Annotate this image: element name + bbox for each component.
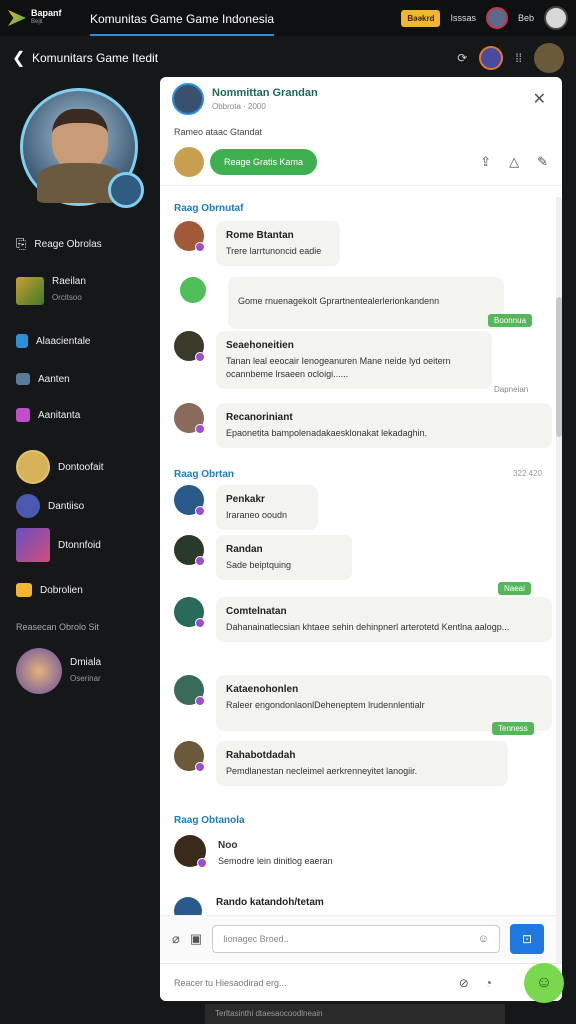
share-icon[interactable]: ⇪ xyxy=(480,154,491,170)
panel-header: Nommittan Grandan Obbrota · 2000 ✕ xyxy=(160,77,562,121)
premium-badge[interactable]: Bəəkrd xyxy=(401,9,441,27)
sidebar-item-contact-1[interactable]: Dontoofait xyxy=(0,450,158,484)
sticker-icon[interactable]: ◔ xyxy=(485,976,492,990)
group-subtitle: Rameo ataac Gtandat xyxy=(174,127,263,137)
close-icon[interactable]: ✕ xyxy=(533,89,546,109)
group-header: Raag Obrnutaf xyxy=(174,203,244,214)
sidebar-item-gifts[interactable]: Aanitanta xyxy=(0,408,158,422)
avatar xyxy=(174,221,205,252)
coin-icon xyxy=(16,583,32,597)
profile-avatar[interactable] xyxy=(544,6,568,30)
avatar xyxy=(174,835,207,868)
message[interactable]: Noo Semodre lein dinitlog eaeran xyxy=(174,835,333,868)
tab-community[interactable]: Komunitas Game Game Indonesia xyxy=(90,1,275,36)
scrollbar-thumb[interactable] xyxy=(556,297,562,437)
emoji-icon[interactable]: ☺ xyxy=(478,933,489,945)
controller-icon xyxy=(16,373,30,385)
app-logo[interactable]: Bapanf Bejit xyxy=(8,9,88,27)
game-thumb-icon xyxy=(16,276,44,305)
group-avatar[interactable] xyxy=(172,83,204,115)
avatar xyxy=(174,535,205,566)
message[interactable]: Recanoriniant Epaonetita bampolenadakaesk… xyxy=(174,403,552,448)
group-header: Raag Obtanola xyxy=(174,815,245,826)
avatar xyxy=(16,528,50,562)
message[interactable]: Penkakr Iraraneo ooudn xyxy=(174,485,318,530)
topbar-link[interactable]: Isssas xyxy=(450,13,476,23)
sidebar-item-game[interactable]: Raeilan Orcitsoo xyxy=(0,276,158,305)
attach-icon[interactable]: ⌀ xyxy=(172,931,180,947)
join-button[interactable]: Reage Gratis Kama xyxy=(210,149,318,175)
chat-icon: ⎘ xyxy=(16,236,27,251)
avatar xyxy=(180,277,206,303)
gift-icon xyxy=(16,408,30,422)
avatar xyxy=(174,147,204,177)
compose-fab-button[interactable]: ☺ xyxy=(524,963,564,1003)
bottom-strip: Terltasinthi dtaesaocoodlneain xyxy=(205,1004,505,1024)
send-button[interactable]: ⊡ xyxy=(510,923,544,954)
logo-title: Bapanf xyxy=(31,8,62,18)
avatar xyxy=(174,331,205,362)
avatar xyxy=(174,597,205,628)
refresh-icon[interactable]: ⟳ xyxy=(457,51,467,65)
sidebar-item-reage[interactable]: ⎘ Reage Obrolas xyxy=(0,236,158,252)
hero-sub-avatar[interactable] xyxy=(108,172,144,208)
topbar-link-2[interactable]: Beb xyxy=(518,13,534,23)
message-tag: Tenness xyxy=(492,722,534,735)
reply-bar: Reacer tu Hiesaodirad erg... ⊘ ◔ xyxy=(160,963,562,1001)
avatar xyxy=(174,485,205,516)
logo-sub: Bejit xyxy=(31,19,43,25)
camera-icon[interactable]: ▣ xyxy=(190,931,202,947)
header-avatar-2[interactable] xyxy=(534,43,564,73)
message[interactable]: Rahabotdadah Pemdlanestan necleimel aerkr… xyxy=(174,741,508,786)
message[interactable]: Rome Btantan Trere larrtunoncid eadie xyxy=(174,221,340,266)
message-input[interactable]: Iionagec Broed.. ☺ xyxy=(212,924,500,953)
back-arrow-icon[interactable]: ❮ xyxy=(12,48,32,68)
reply-input[interactable]: Reacer tu Hiesaodirad erg... xyxy=(174,978,443,988)
sidebar-profile[interactable]: Dmiala Oserinar xyxy=(0,648,158,694)
message-feed: Raag Obrnutaf Rome Btantan Trere larrtuno… xyxy=(160,197,556,977)
message[interactable]: Randan Sade beiptquing xyxy=(174,535,352,580)
user-avatar-small[interactable] xyxy=(485,7,508,29)
group-meta: Obbrota · 2000 xyxy=(212,102,266,111)
group-header: Raag Obrtan xyxy=(174,469,235,480)
group-time: 322 420 xyxy=(513,469,542,478)
avatar xyxy=(16,450,50,484)
avatar xyxy=(174,741,205,772)
avatar xyxy=(174,403,205,434)
sidebar-item-aanten[interactable]: Aanten xyxy=(0,373,158,385)
message-composer: ⌀ ▣ Iionagec Broed.. ☺ ⊡ xyxy=(160,915,556,961)
message-time: Dapneian xyxy=(494,385,529,394)
notification-icon[interactable]: △ xyxy=(509,154,519,170)
message[interactable]: Seaehoneitien Tanan leal eeocair Ienogean… xyxy=(174,331,492,389)
smile-icon: ☺ xyxy=(535,974,553,991)
sidebar-item-contact-2[interactable]: Dantiiso xyxy=(0,494,158,518)
avatar xyxy=(174,675,205,706)
bell-icon xyxy=(16,334,28,348)
sidebar-section-label: Reasecan Obrolo Sit xyxy=(16,622,100,632)
header-avatar[interactable] xyxy=(479,46,504,70)
avatar xyxy=(16,494,40,518)
sidebar-item-contact-3[interactable]: Dtonnfoid xyxy=(0,528,158,562)
page-header: ❮ Komunitars Game Itedit ⟳ ⁞⁞ xyxy=(0,38,576,78)
sidebar-item-coins[interactable]: Dobrolien xyxy=(0,583,158,597)
message-tag: Boonnua xyxy=(488,314,533,327)
logo-icon xyxy=(8,10,26,26)
chat-panel: Nommittan Grandan Obbrota · 2000 ✕ Rameo… xyxy=(160,77,562,1001)
group-name: Nommittan Grandan xyxy=(212,87,318,99)
link-icon[interactable]: ⊘ xyxy=(459,976,469,990)
grid-icon[interactable]: ⁞⁞ xyxy=(515,51,522,65)
sidebar-item-notifications[interactable]: Alaacientale xyxy=(0,334,158,348)
message-tag: Naeai xyxy=(498,582,531,595)
top-bar: Bapanf Bejit Komunitas Game Game Indonesi… xyxy=(0,0,576,36)
edit-icon[interactable]: ✎ xyxy=(537,154,548,170)
avatar xyxy=(16,648,62,694)
message[interactable]: Comtelnatan Dahanainatlecsian khtaee sehi… xyxy=(174,597,552,642)
page-title: Komunitars Game Itedit xyxy=(32,51,159,65)
message[interactable]: Gome rnuenagekolt Gprartnentealerlerionk… xyxy=(180,277,504,329)
